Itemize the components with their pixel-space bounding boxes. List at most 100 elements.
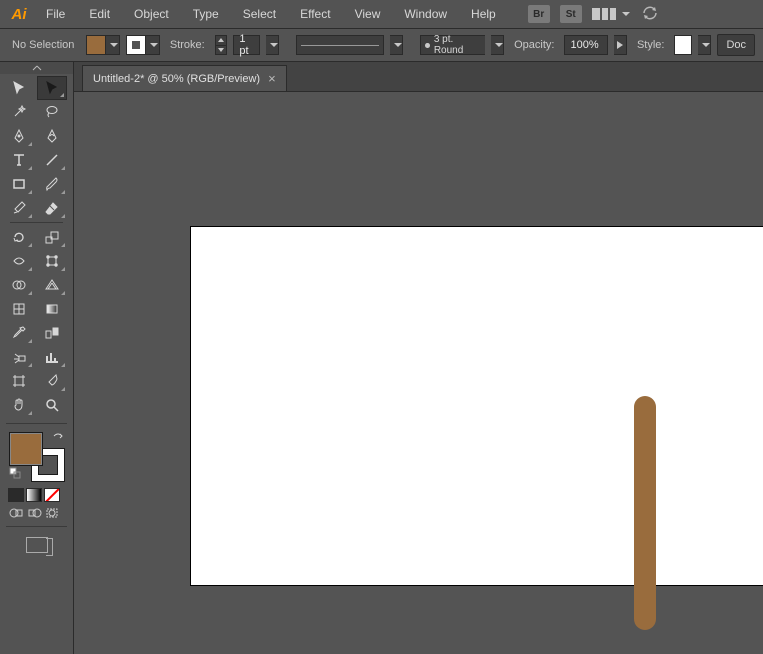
artboard	[190, 226, 763, 586]
menu-select[interactable]: Select	[231, 0, 288, 28]
width-tool[interactable]	[4, 249, 34, 273]
stroke-weight-dropdown[interactable]	[266, 35, 279, 55]
menu-effect[interactable]: Effect	[288, 0, 342, 28]
menu-type[interactable]: Type	[181, 0, 231, 28]
color-mode-solid[interactable]	[8, 488, 24, 502]
menu-trail: Br St	[528, 3, 660, 26]
swap-fill-stroke[interactable]	[52, 432, 64, 447]
stroke-weight-stepper[interactable]	[215, 35, 228, 55]
document-area: Untitled-2* @ 50% (RGB/Preview) ×	[74, 62, 763, 654]
chevron-down-icon	[110, 43, 118, 47]
sync-settings-button[interactable]	[640, 3, 660, 26]
menu-help[interactable]: Help	[459, 0, 508, 28]
zoom-tool[interactable]	[37, 393, 67, 417]
tools-collapse-toggle[interactable]	[0, 62, 73, 74]
opacity-field[interactable]: 100%	[564, 35, 608, 55]
menu-object[interactable]: Object	[122, 0, 181, 28]
color-mode-gradient[interactable]	[26, 488, 42, 502]
stroke-weight-field[interactable]: 1 pt	[233, 35, 259, 55]
fill-stroke-indicator[interactable]	[7, 432, 67, 482]
slice-tool[interactable]	[37, 369, 67, 393]
selection-tool[interactable]	[4, 76, 34, 100]
step-down[interactable]	[216, 46, 227, 55]
screen-mode-row[interactable]	[0, 533, 73, 557]
draw-mode-row	[0, 506, 73, 520]
eraser-tool[interactable]	[37, 196, 67, 220]
magic-wand-tool[interactable]	[4, 100, 34, 124]
tools-panel	[0, 62, 74, 654]
blend-tool[interactable]	[37, 321, 67, 345]
rotate-tool[interactable]	[4, 225, 34, 249]
type-tool[interactable]	[4, 148, 34, 172]
column-graph-tool[interactable]	[37, 345, 67, 369]
menu-file[interactable]: File	[34, 0, 77, 28]
symbol-sprayer-tool[interactable]	[4, 345, 34, 369]
rounded-rectangle-shape[interactable]	[634, 396, 656, 630]
default-fill-stroke[interactable]	[9, 467, 21, 482]
selection-state-label: No Selection	[8, 39, 80, 51]
menu-window[interactable]: Window	[392, 0, 459, 28]
shape-builder-tool[interactable]	[4, 273, 34, 297]
direct-selection-tool[interactable]	[37, 76, 67, 100]
fill-swatch-control[interactable]	[86, 35, 120, 55]
document-tabbar: Untitled-2* @ 50% (RGB/Preview) ×	[74, 62, 763, 92]
close-icon[interactable]: ×	[268, 71, 276, 86]
stroke-swatch	[126, 35, 146, 55]
style-dropdown[interactable]	[698, 35, 711, 55]
stock-badge[interactable]: St	[560, 5, 582, 23]
line-segment-tool[interactable]	[37, 148, 67, 172]
fill-dropdown[interactable]	[106, 35, 120, 55]
variable-width-profile[interactable]: 3 pt. Round	[420, 35, 485, 55]
perspective-grid-tool[interactable]	[37, 273, 67, 297]
hand-tool[interactable]	[4, 393, 34, 417]
screen-mode-icon[interactable]	[26, 537, 48, 553]
brush-definition-dropdown[interactable]	[390, 35, 403, 55]
draw-behind-icon[interactable]	[26, 506, 42, 520]
workspace: Untitled-2* @ 50% (RGB/Preview) ×	[0, 62, 763, 654]
opacity-dropdown[interactable]	[614, 35, 627, 55]
shaper-tool[interactable]	[4, 196, 34, 220]
chevron-down-icon	[622, 12, 630, 16]
menubar: Ai File Edit Object Type Select Effect V…	[0, 0, 763, 28]
eyedropper-tool[interactable]	[4, 321, 34, 345]
tools-grid	[0, 74, 73, 419]
document-tab-title: Untitled-2* @ 50% (RGB/Preview)	[93, 73, 260, 85]
chevron-down-icon	[150, 43, 158, 47]
chevron-down-icon	[495, 43, 503, 47]
menu-edit[interactable]: Edit	[77, 0, 122, 28]
bridge-badge[interactable]: Br	[528, 5, 550, 23]
draw-inside-icon[interactable]	[44, 506, 60, 520]
draw-normal-icon[interactable]	[8, 506, 24, 520]
vp-label: 3 pt. Round	[434, 34, 481, 56]
arrange-documents-button[interactable]	[592, 8, 630, 20]
canvas[interactable]	[74, 92, 763, 654]
pen-tool[interactable]	[4, 124, 34, 148]
menu-view[interactable]: View	[343, 0, 393, 28]
brush-definition-preview[interactable]	[296, 35, 384, 55]
curvature-tool[interactable]	[37, 124, 67, 148]
chevron-down-icon	[270, 43, 278, 47]
stroke-dropdown[interactable]	[146, 35, 160, 55]
artboard-tool[interactable]	[4, 369, 34, 393]
rectangle-tool[interactable]	[4, 172, 34, 196]
free-transform-tool[interactable]	[37, 249, 67, 273]
color-mode-none[interactable]	[44, 488, 60, 502]
vp-dropdown[interactable]	[491, 35, 504, 55]
stroke-label[interactable]: Stroke:	[166, 39, 209, 51]
document-tab[interactable]: Untitled-2* @ 50% (RGB/Preview) ×	[82, 65, 287, 91]
stroke-swatch-control[interactable]	[126, 35, 160, 55]
graphic-style-swatch[interactable]	[674, 35, 692, 55]
fill-indicator[interactable]	[9, 432, 43, 466]
lasso-tool[interactable]	[37, 100, 67, 124]
style-label[interactable]: Style:	[633, 39, 669, 51]
scale-tool[interactable]	[37, 225, 67, 249]
step-up[interactable]	[216, 36, 227, 46]
color-mode-row	[0, 488, 73, 502]
gradient-tool[interactable]	[37, 297, 67, 321]
chevron-down-icon	[702, 43, 710, 47]
opacity-label[interactable]: Opacity:	[510, 39, 558, 51]
dot-icon	[425, 43, 430, 48]
mesh-tool[interactable]	[4, 297, 34, 321]
paintbrush-tool[interactable]	[37, 172, 67, 196]
document-setup-button[interactable]: Doc	[717, 34, 755, 56]
